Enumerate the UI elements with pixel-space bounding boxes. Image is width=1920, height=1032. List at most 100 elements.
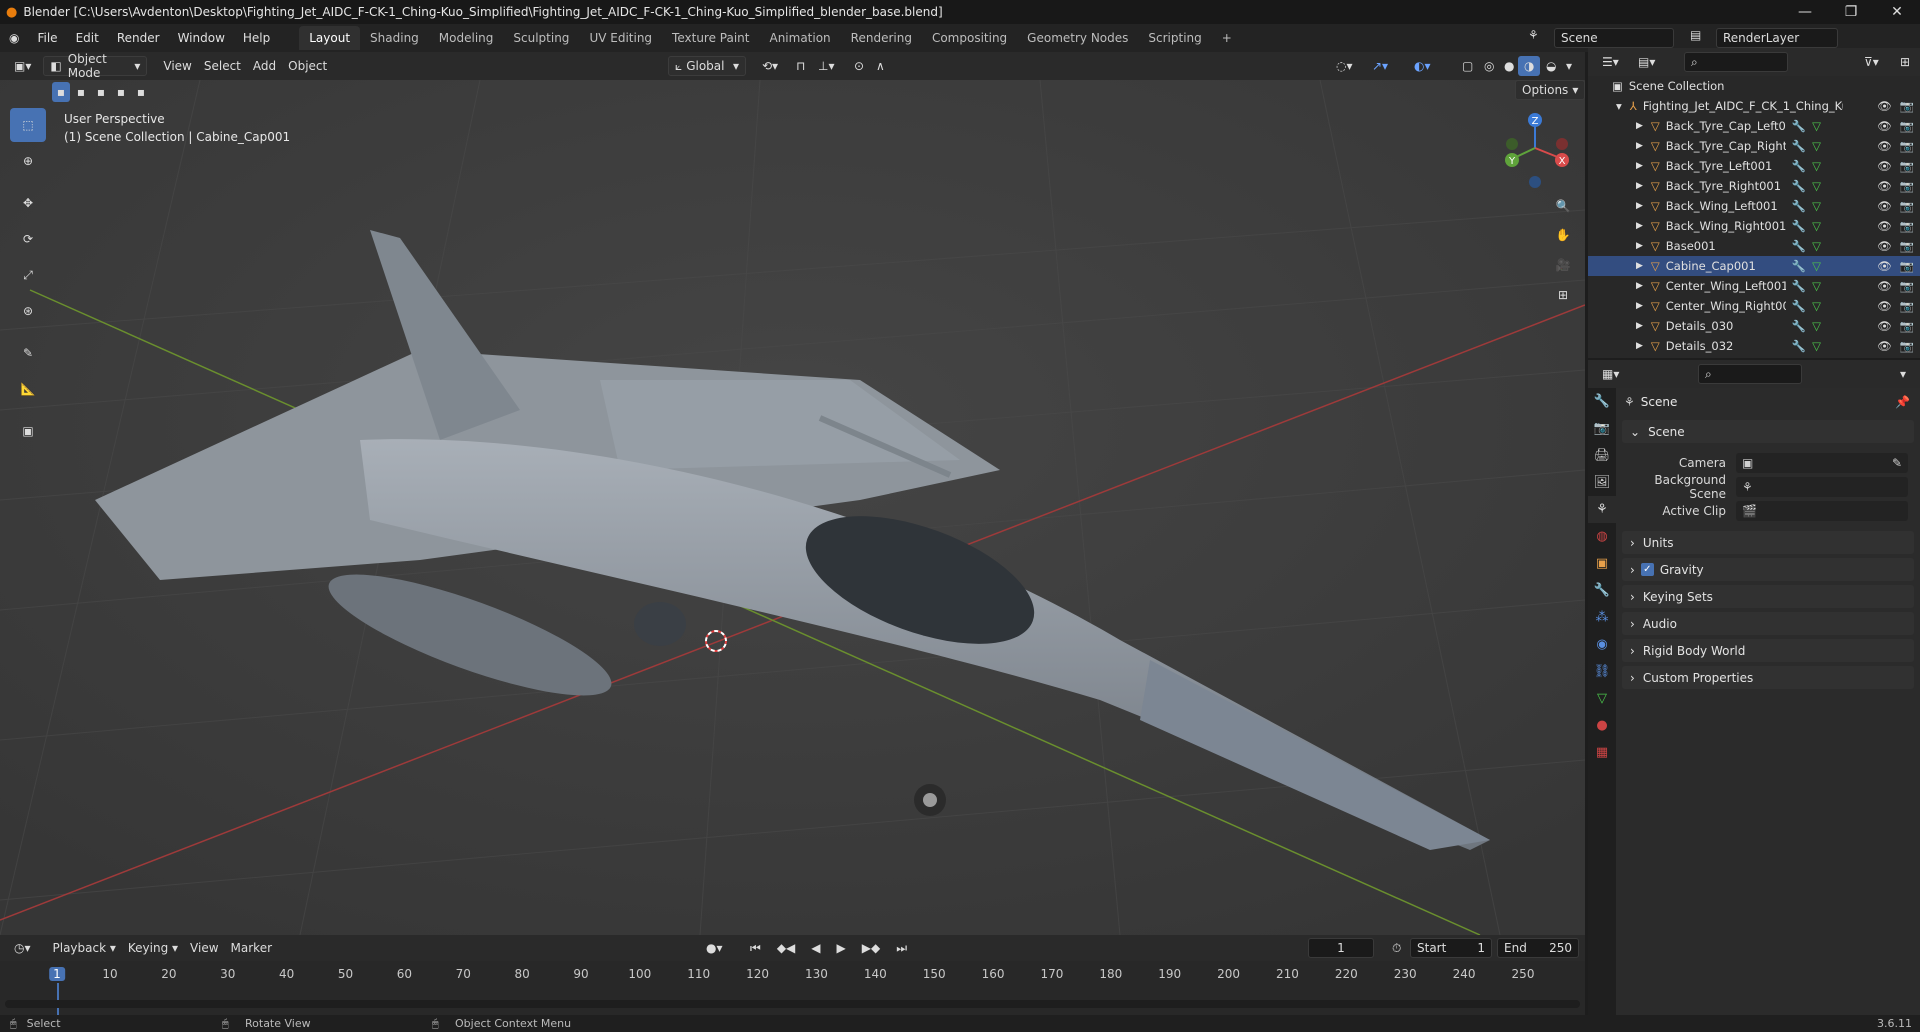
modifier-icon[interactable]: 🔧 [1792, 159, 1806, 173]
measure-tool[interactable]: 📐 [10, 372, 46, 406]
navigation-gizmo[interactable]: Z X Y [1500, 110, 1570, 190]
timeline-scrollbar[interactable] [5, 1000, 1580, 1008]
mesh-data-icon[interactable]: ▽ [1812, 119, 1821, 133]
falloff-icon[interactable]: ∧ [870, 56, 891, 76]
material-tab-icon[interactable]: ● [1588, 712, 1616, 739]
tab-geometry-nodes[interactable]: Geometry Nodes [1017, 26, 1138, 50]
tab-rendering[interactable]: Rendering [841, 26, 922, 50]
modifier-icon[interactable]: 🔧 [1792, 199, 1806, 213]
camera-icon[interactable]: 📷 [1900, 139, 1914, 153]
tab-compositing[interactable]: Compositing [922, 26, 1017, 50]
active-clip-field[interactable]: 🎬 [1736, 501, 1908, 521]
tab-modeling[interactable]: Modeling [429, 26, 504, 50]
snap-icon[interactable]: ⊓ [790, 56, 811, 76]
scene-icon[interactable]: ⚘ [1528, 28, 1548, 48]
gravity-checkbox[interactable]: ✓ [1640, 563, 1654, 576]
stopwatch-icon[interactable]: ⏱ [1386, 938, 1407, 958]
panel-audio[interactable]: › Audio [1622, 612, 1914, 635]
play-icon[interactable]: ▶ [831, 938, 852, 958]
scene-collection-row[interactable]: ▣ Scene Collection [1588, 76, 1920, 96]
select-intersect-icon[interactable]: ▪ [132, 82, 150, 102]
outliner-object-row[interactable]: ▶ ▽ Details_032 🔧 ▽ 👁 📷 [1588, 336, 1920, 356]
jump-end-icon[interactable]: ⏭ [890, 938, 913, 958]
visibility-icon[interactable]: ◌▾ [1330, 56, 1359, 76]
panel-units[interactable]: › Units [1622, 531, 1914, 554]
mesh-data-icon[interactable]: ▽ [1812, 299, 1821, 313]
eye-icon[interactable]: 👁 [1877, 119, 1892, 133]
camera-icon[interactable]: 📷 [1900, 239, 1914, 253]
panel-rigid-body-world[interactable]: › Rigid Body World [1622, 639, 1914, 662]
add-workspace-icon[interactable]: + [1212, 26, 1242, 50]
world-tab-icon[interactable]: ◍ [1588, 523, 1616, 550]
expand-arrow-icon[interactable]: ▶ [1636, 141, 1643, 151]
scale-tool[interactable]: ⤢ [10, 258, 46, 292]
mesh-data-icon[interactable]: ▽ [1812, 259, 1821, 273]
eye-icon[interactable]: 👁 [1877, 339, 1892, 353]
new-collection-icon[interactable]: ⊞ [1894, 52, 1916, 72]
pan-hand-icon[interactable]: ✋ [1550, 222, 1576, 248]
modifier-icon[interactable]: 🔧 [1792, 299, 1806, 313]
add-cube-tool[interactable]: ▣ [10, 414, 46, 448]
tab-animation[interactable]: Animation [759, 26, 840, 50]
editor-type-icon[interactable]: ◷▾ [8, 938, 37, 958]
expand-arrow-icon[interactable]: ▶ [1636, 221, 1643, 231]
chevron-down-icon[interactable]: ▾ [1894, 364, 1912, 384]
menu-view[interactable]: View [157, 56, 197, 76]
outliner-object-row[interactable]: ▶ ▽ Center_Wing_Right001 🔧 ▽ 👁 📷 [1588, 296, 1920, 316]
eye-icon[interactable]: 👁 [1877, 319, 1892, 333]
panel-scene[interactable]: ⌄ Scene [1622, 420, 1914, 443]
background-scene-field[interactable]: ⚘ [1736, 477, 1908, 497]
mesh-data-icon[interactable]: ▽ [1812, 219, 1821, 233]
outliner-object-row[interactable]: ▶ ▽ Base001 🔧 ▽ 👁 📷 [1588, 236, 1920, 256]
pin-icon[interactable]: 📌 [1895, 395, 1910, 409]
eye-icon[interactable]: 👁 [1877, 279, 1892, 293]
next-keyframe-icon[interactable]: ▶◆ [856, 938, 886, 958]
modifier-icon[interactable]: 🔧 [1792, 119, 1806, 133]
editor-type-icon[interactable]: ▦▾ [1596, 364, 1625, 384]
outliner-object-row[interactable]: ▶ ▽ Cabine_Cap001 🔧 ▽ 👁 📷 [1588, 256, 1920, 276]
render-layer-field[interactable]: RenderLayer [1716, 28, 1838, 48]
mesh-data-icon[interactable]: ▽ [1812, 199, 1821, 213]
rotate-tool[interactable]: ⟳ [10, 222, 46, 256]
mesh-data-icon[interactable]: ▽ [1812, 139, 1821, 153]
annotate-tool[interactable]: ✎ [10, 336, 46, 370]
camera-view-icon[interactable]: 🎥 [1550, 252, 1576, 278]
playhead[interactable] [57, 983, 59, 1015]
expand-arrow-icon[interactable]: ▶ [1636, 261, 1643, 271]
editor-type-icon[interactable]: ☰▾ [1596, 52, 1625, 72]
outliner-object-row[interactable]: ▶ ▽ Back_Tyre_Cap_Right001 🔧 ▽ 👁 📷 [1588, 136, 1920, 156]
eye-icon[interactable]: 👁 [1877, 199, 1892, 213]
texture-tab-icon[interactable]: ▦ [1588, 739, 1616, 766]
snap-target-icon[interactable]: ⊥▾ [812, 56, 840, 76]
start-frame-field[interactable]: Start 1 [1410, 938, 1492, 958]
mesh-data-icon[interactable]: ▽ [1812, 319, 1821, 333]
modifier-icon[interactable]: 🔧 [1792, 319, 1806, 333]
camera-icon[interactable]: 📷 [1900, 299, 1914, 313]
panel-custom-properties[interactable]: › Custom Properties [1622, 666, 1914, 689]
play-reverse-icon[interactable]: ◀ [805, 938, 826, 958]
expand-arrow-icon[interactable]: ▶ [1636, 161, 1643, 171]
mesh-data-icon[interactable]: ▽ [1812, 339, 1821, 353]
tab-texture-paint[interactable]: Texture Paint [662, 26, 759, 50]
modifier-tab-icon[interactable]: 🔧 [1588, 577, 1616, 604]
frame-ruler[interactable]: 1 10 20 30 40 50 60 70 80 90 100 110 120 130 140 150 160… [0, 961, 1585, 1015]
menu-window[interactable]: Window [169, 24, 234, 52]
scene-tab-icon[interactable]: ⚘ [1588, 496, 1616, 523]
modifier-icon[interactable]: 🔧 [1792, 179, 1806, 193]
mesh-data-icon[interactable]: ▽ [1812, 279, 1821, 293]
modifier-icon[interactable]: 🔧 [1792, 339, 1806, 353]
physics-tab-icon[interactable]: ◉ [1588, 631, 1616, 658]
menu-marker[interactable]: Marker [225, 938, 278, 958]
menu-select[interactable]: Select [198, 56, 247, 76]
tab-sculpting[interactable]: Sculpting [503, 26, 579, 50]
camera-icon[interactable]: 📷 [1900, 99, 1914, 113]
mesh-data-icon[interactable]: ▽ [1812, 239, 1821, 253]
transform-tool[interactable]: ⊛ [10, 294, 46, 328]
eyedropper-icon[interactable]: ✎ [1892, 456, 1902, 470]
outliner-object-row[interactable]: ▶ ▽ Back_Tyre_Left001 🔧 ▽ 👁 📷 [1588, 156, 1920, 176]
select-subtract-icon[interactable]: ▪ [92, 82, 110, 102]
end-frame-field[interactable]: End 250 [1497, 938, 1579, 958]
eye-icon[interactable]: 👁 [1877, 139, 1892, 153]
select-new-icon[interactable]: ▪ [52, 82, 70, 102]
render-layer-icon[interactable]: ▤ [1690, 28, 1710, 48]
